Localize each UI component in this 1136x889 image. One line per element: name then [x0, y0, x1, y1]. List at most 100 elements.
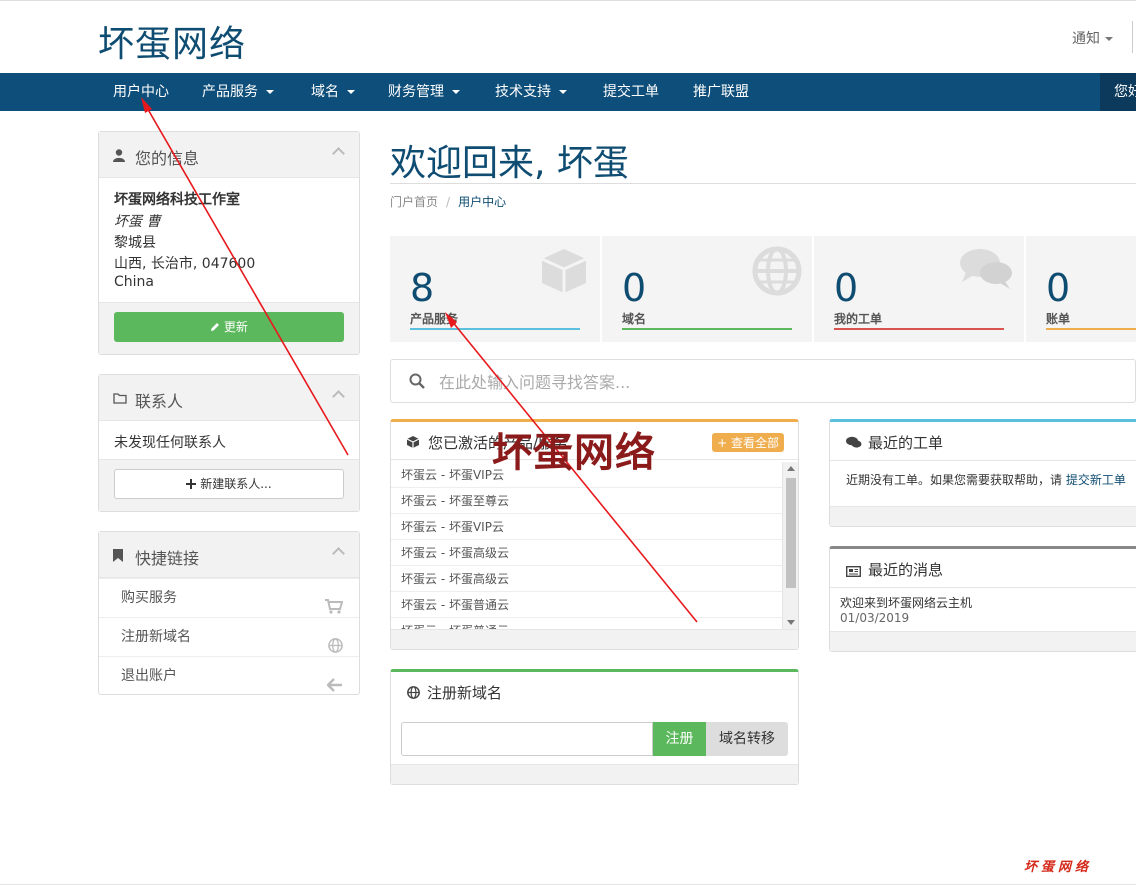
panel-title: 最近的消息: [868, 561, 944, 579]
panel-header[interactable]: 您的信息: [99, 132, 359, 178]
scrollbar[interactable]: [782, 462, 798, 630]
globe-icon: [407, 686, 420, 703]
arrow-left-icon: [326, 669, 343, 708]
stat-tile-invoices[interactable]: 0 账单: [1026, 236, 1136, 342]
stat-label: 产品服务: [410, 312, 459, 326]
nav-item-domains[interactable]: 域名: [311, 73, 355, 111]
list-item[interactable]: 坏蛋云 - 坏蛋高级云: [391, 540, 783, 566]
register-domain-panel: 注册新域名 注册 域名转移: [390, 669, 799, 785]
recent-tickets-panel: 最近的工单 近期没有工单。如果您需要获取帮助，请 提交新工单: [829, 419, 1136, 527]
transfer-button[interactable]: 域名转移: [706, 722, 788, 756]
page-title: 欢迎回来, 坏蛋: [390, 143, 629, 184]
open-new-ticket-link[interactable]: 提交新工单: [1066, 473, 1126, 487]
your-info-panel: 您的信息 坏蛋网络科技工作室 坏蛋 曹 黎城县 山西, 长治市, 047600 …: [98, 131, 360, 355]
main-navbar: 用户中心 产品服务 域名 财务管理 技术支持 提交工单 推广联盟 您好: [0, 73, 1136, 111]
panel-header[interactable]: 快捷链接: [99, 532, 359, 578]
divider: [830, 587, 1136, 588]
register-button[interactable]: 注册: [653, 722, 706, 756]
chevron-up-icon[interactable]: [332, 547, 345, 560]
chevron-up-icon[interactable]: [332, 147, 345, 160]
scrollbar-thumb[interactable]: [786, 478, 796, 588]
stat-tile-domains[interactable]: 0 域名: [602, 236, 812, 342]
stat-tile-services[interactable]: 8 产品服务: [390, 236, 600, 342]
knowledgebase-search: [390, 359, 1136, 403]
caret-down-icon: [266, 90, 274, 94]
nav-item-user-center[interactable]: 用户中心: [113, 73, 169, 111]
panel-footer: [830, 631, 1136, 651]
info-company: 坏蛋网络科技工作室: [114, 192, 240, 208]
update-label: 更新: [223, 320, 248, 334]
view-all-button[interactable]: + 查看全部: [712, 433, 784, 452]
scroll-down-arrow-icon[interactable]: [787, 620, 795, 625]
stat-label: 域名: [622, 312, 647, 326]
shortcuts-panel: 快捷链接 购买服务 注册新域名 退出账户: [98, 531, 360, 695]
caret-down-icon: [452, 90, 460, 94]
panel-header[interactable]: 联系人: [99, 375, 359, 421]
update-button[interactable]: 更新: [114, 312, 344, 342]
panel-footer: [391, 629, 798, 649]
panel-title: 快捷链接: [135, 549, 200, 568]
list-item[interactable]: 坏蛋云 - 坏蛋VIP云: [391, 514, 783, 540]
panel-footer: 更新: [99, 302, 359, 354]
news-item-date: 01/03/2019: [840, 611, 910, 625]
pencil-icon: [210, 320, 220, 334]
plus-icon: [186, 477, 197, 491]
stat-value: 0: [1046, 266, 1071, 310]
breadcrumb-current: 用户中心: [458, 195, 507, 209]
search-icon: [409, 373, 425, 393]
stat-bar: [834, 328, 1004, 330]
shortcut-buy-service[interactable]: 购买服务: [99, 578, 359, 617]
site-logo[interactable]: 坏蛋网络: [98, 15, 246, 67]
shortcut-label: 退出账户: [121, 668, 177, 684]
top-header: 坏蛋网络 通知: [0, 0, 1136, 73]
domain-input[interactable]: [401, 722, 653, 756]
list-item[interactable]: 坏蛋云 - 坏蛋至尊云: [391, 488, 783, 514]
nav-item-label: 提交工单: [603, 84, 659, 100]
contacts-panel: 联系人 未发现任何联系人 新建联系人...: [98, 374, 360, 512]
stat-tile-tickets[interactable]: 0 我的工单: [814, 236, 1024, 342]
no-contacts-text: 未发现任何联系人: [114, 435, 226, 451]
stat-value: 0: [622, 266, 647, 310]
nav-item-products[interactable]: 产品服务: [202, 73, 274, 111]
nav-item-affiliates[interactable]: 推广联盟: [693, 73, 749, 111]
view-all-label: 查看全部: [730, 436, 779, 450]
panel-footer: 新建联系人...: [99, 459, 359, 511]
nav-item-label: 推广联盟: [693, 84, 749, 100]
panel-title: 联系人: [135, 392, 184, 411]
breadcrumb-home[interactable]: 门户首页: [390, 195, 438, 209]
stat-bar: [410, 328, 580, 330]
header-divider: [1132, 21, 1133, 53]
chevron-up-icon[interactable]: [332, 390, 345, 403]
nav-item-label: 域名: [311, 84, 339, 100]
list-item[interactable]: 坏蛋云 - 坏蛋普通云: [391, 592, 783, 618]
info-address-line2: 山西, 长治市, 047600: [114, 256, 256, 272]
caret-down-icon: [559, 90, 567, 94]
news-item-title[interactable]: 欢迎来到坏蛋网络云主机: [840, 594, 972, 611]
newspaper-icon: [845, 565, 862, 581]
panel-footer: [391, 764, 798, 784]
shortcut-logout[interactable]: 退出账户: [99, 656, 359, 695]
search-input[interactable]: [439, 368, 1099, 396]
folder-icon: [113, 392, 127, 408]
shortcut-label: 购买服务: [121, 590, 177, 606]
nav-item-billing[interactable]: 财务管理: [388, 73, 460, 111]
nav-item-support[interactable]: 技术支持: [495, 73, 567, 111]
list-item[interactable]: 坏蛋云 - 坏蛋高级云: [391, 566, 783, 592]
notifications-dropdown[interactable]: 通知: [1072, 28, 1113, 48]
breadcrumb: 门户首页 / 用户中心: [390, 193, 506, 210]
nav-item-open-ticket[interactable]: 提交工单: [603, 73, 659, 111]
scroll-up-arrow-icon[interactable]: [787, 466, 795, 471]
account-menu[interactable]: 您好: [1100, 73, 1136, 111]
shortcut-register-domain[interactable]: 注册新域名: [99, 617, 359, 656]
stat-value: 0: [834, 266, 859, 310]
nav-item-label: 技术支持: [495, 84, 551, 100]
nav-item-label: 用户中心: [113, 84, 169, 100]
new-contact-button[interactable]: 新建联系人...: [114, 469, 344, 499]
user-icon: [113, 149, 125, 166]
stat-label: 账单: [1046, 312, 1071, 326]
products-list: 坏蛋云 - 坏蛋VIP云 坏蛋云 - 坏蛋至尊云 坏蛋云 - 坏蛋VIP云 坏蛋…: [391, 462, 798, 630]
info-country: China: [114, 274, 154, 290]
nav-item-label: 财务管理: [388, 84, 444, 100]
nav-item-label: 产品服务: [202, 84, 258, 100]
bookmark-icon: [113, 549, 123, 566]
